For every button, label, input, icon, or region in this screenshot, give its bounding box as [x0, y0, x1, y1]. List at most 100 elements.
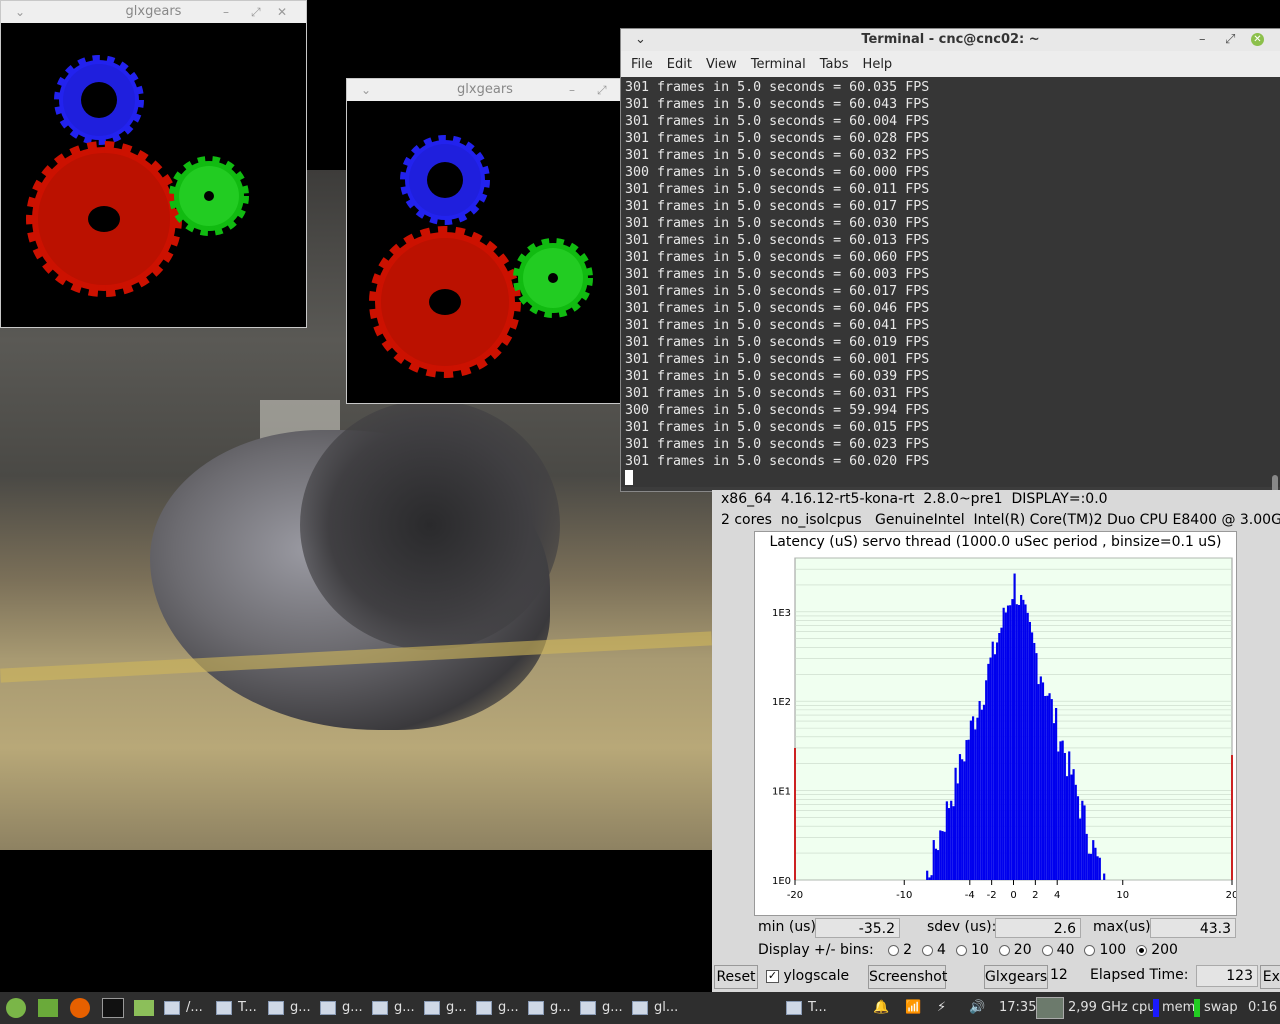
- maximize-icon[interactable]: ⤢: [251, 1, 261, 23]
- menu-help[interactable]: Help: [863, 57, 893, 72]
- bins-option-4[interactable]: 4: [912, 942, 946, 958]
- show-desktop-icon[interactable]: [38, 992, 58, 1024]
- glxgears-window-1[interactable]: ⌄ glxgears – ⤢ ✕: [0, 0, 307, 328]
- wifi-icon[interactable]: 📶: [905, 992, 921, 1024]
- bins-option-100[interactable]: 100: [1074, 942, 1126, 958]
- histogram-bar: [998, 632, 1001, 880]
- histogram-bar: [950, 800, 953, 880]
- terminal-titlebar[interactable]: ⌄ Terminal - cnc@cnc02: ~ – ⤢ ✕: [621, 29, 1280, 51]
- minimize-icon[interactable]: –: [223, 1, 229, 23]
- histogram-bar: [987, 663, 990, 880]
- reset-button[interactable]: Reset: [714, 965, 758, 989]
- taskbar-window-label: g...: [342, 1000, 363, 1015]
- blue-gear: [54, 55, 144, 145]
- terminal-line: 301 frames in 5.0 seconds = 60.032 FPS: [625, 148, 930, 163]
- bins-option-2[interactable]: 2: [878, 942, 912, 958]
- screenshot-button[interactable]: Screenshot: [868, 965, 947, 989]
- bins-option-label: 100: [1099, 942, 1127, 958]
- menu-icon[interactable]: ⌄: [361, 79, 371, 101]
- glxgears-titlebar[interactable]: ⌄ glxgears – ⤢ ✕: [1, 1, 306, 23]
- firefox-icon[interactable]: [70, 992, 90, 1024]
- histogram-bar: [1011, 599, 1014, 880]
- radio-icon: [1041, 944, 1053, 956]
- menu-file[interactable]: File: [631, 57, 653, 72]
- cpu-graph-icon: [1036, 992, 1064, 1024]
- histogram-bar: [947, 808, 951, 880]
- bins-option-20[interactable]: 20: [989, 942, 1032, 958]
- taskbar-window-button[interactable]: /...: [164, 992, 203, 1024]
- histogram-bar: [1048, 693, 1051, 880]
- taskbar-window-button[interactable]: g...: [528, 992, 571, 1024]
- window-icon: [476, 1000, 492, 1015]
- x-tick-label: 0: [1010, 890, 1016, 901]
- terminal-launcher-icon[interactable]: [102, 992, 124, 1024]
- radio-icon: [922, 944, 934, 956]
- terminal-window[interactable]: ⌄ Terminal - cnc@cnc02: ~ – ⤢ ✕ File Edi…: [620, 28, 1280, 511]
- taskbar-window-button[interactable]: g...: [268, 992, 311, 1024]
- close-icon[interactable]: ✕: [277, 1, 287, 23]
- histogram-bar: [1037, 684, 1040, 880]
- taskbar-window-button[interactable]: g...: [580, 992, 623, 1024]
- window-icon: [580, 1000, 596, 1015]
- terminal-line: 301 frames in 5.0 seconds = 60.043 FPS: [625, 97, 930, 112]
- terminal-line: 301 frames in 5.0 seconds = 60.004 FPS: [625, 114, 930, 129]
- close-icon[interactable]: ✕: [1251, 33, 1264, 46]
- menu-edit[interactable]: Edit: [667, 57, 692, 72]
- histogram-bar: [1044, 695, 1047, 880]
- taskbar-window-label: g...: [394, 1000, 415, 1015]
- taskbar-window-button[interactable]: T...: [786, 992, 827, 1024]
- taskbar-window-button[interactable]: g...: [320, 992, 363, 1024]
- histogram-bar: [1079, 818, 1082, 880]
- histogram-bar: [1059, 741, 1062, 880]
- histogram-bar: [980, 709, 983, 880]
- menu-tabs[interactable]: Tabs: [820, 57, 849, 72]
- bins-option-label: 2: [903, 942, 913, 958]
- taskbar-window-label: g...: [602, 1000, 623, 1015]
- glxgears-titlebar[interactable]: ⌄ glxgears – ⤢: [347, 79, 623, 101]
- maximize-icon[interactable]: ⤢: [1225, 29, 1235, 51]
- glxgears-window-2[interactable]: ⌄ glxgears – ⤢: [346, 78, 624, 404]
- taskbar-window-button[interactable]: T...: [216, 992, 257, 1024]
- histogram-bar: [989, 657, 992, 880]
- taskbar-window-label: g...: [550, 1000, 571, 1015]
- histogram-bar: [985, 680, 988, 880]
- menu-terminal[interactable]: Terminal: [751, 57, 806, 72]
- taskbar-window-button[interactable]: gl...: [632, 992, 678, 1024]
- taskbar-window-label: gl...: [654, 1000, 679, 1015]
- histogram-bar: [954, 767, 957, 880]
- volume-icon[interactable]: 🔊: [969, 992, 985, 1024]
- minimize-icon[interactable]: –: [1199, 29, 1206, 51]
- bins-option-200[interactable]: 200: [1126, 942, 1178, 958]
- taskbar-window-button[interactable]: g...: [424, 992, 467, 1024]
- menu-icon[interactable]: ⌄: [635, 29, 646, 51]
- terminal-line: 301 frames in 5.0 seconds = 60.028 FPS: [625, 131, 930, 146]
- window-icon: [268, 1000, 284, 1015]
- histogram-bar: [1030, 632, 1034, 880]
- minimize-icon[interactable]: –: [569, 79, 575, 101]
- bins-option-label: 20: [1013, 942, 1032, 958]
- start-menu-icon[interactable]: [6, 992, 26, 1024]
- bins-option-10[interactable]: 10: [946, 942, 989, 958]
- swap-bar-icon: [1194, 992, 1200, 1024]
- menu-icon[interactable]: ⌄: [15, 1, 25, 23]
- histogram-bar: [1000, 627, 1003, 880]
- maximize-icon[interactable]: ⤢: [597, 79, 607, 101]
- checkmark-icon: ✓: [766, 968, 779, 983]
- histogram-bar: [978, 701, 981, 880]
- exit-button[interactable]: Exit: [1260, 965, 1280, 989]
- taskbar-window-button[interactable]: g...: [476, 992, 519, 1024]
- menu-view[interactable]: View: [706, 57, 737, 72]
- gears-render: [4, 24, 304, 324]
- files-icon[interactable]: [134, 992, 154, 1024]
- glxgears-button[interactable]: Glxgears: [984, 965, 1048, 989]
- taskbar-window-button[interactable]: g...: [372, 992, 415, 1024]
- terminal-output[interactable]: 301 frames in 5.0 seconds = 60.035 FPS 30…: [621, 77, 1280, 487]
- clock[interactable]: 17:35: [999, 992, 1036, 1024]
- bins-option-40[interactable]: 40: [1032, 942, 1074, 958]
- power-icon[interactable]: ⚡: [937, 992, 946, 1024]
- ylogscale-checkbox[interactable]: ✓ ylogscale: [762, 965, 866, 987]
- window-title: glxgears: [125, 4, 182, 19]
- histogram-bar: [1076, 796, 1080, 880]
- terminal-line: 301 frames in 5.0 seconds = 60.030 FPS: [625, 216, 930, 231]
- notifications-icon[interactable]: 🔔: [873, 992, 889, 1024]
